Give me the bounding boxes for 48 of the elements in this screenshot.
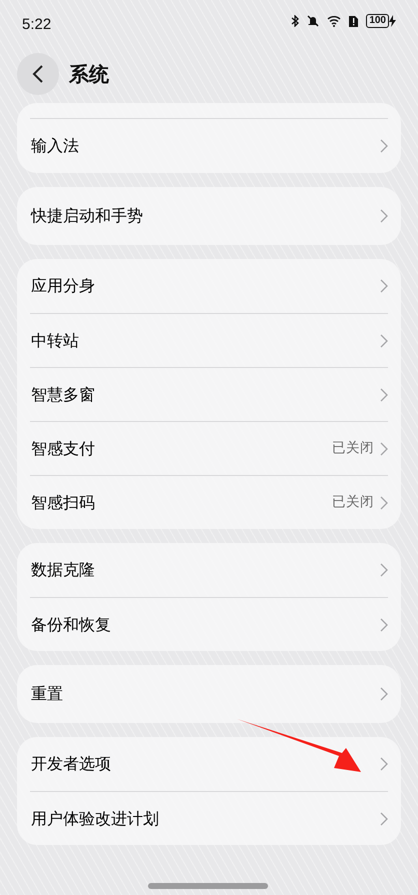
charging-icon — [389, 15, 396, 27]
chevron-icon — [380, 757, 388, 771]
settings-item[interactable]: 备份和恢复 — [30, 597, 388, 651]
item-label: 开发者选项 — [30, 753, 111, 775]
item-label: 重置 — [30, 683, 63, 705]
settings-item[interactable]: 用户体验改进计划 — [30, 791, 388, 845]
settings-item[interactable]: 快捷启动和手势 — [30, 187, 388, 245]
chevron-icon — [380, 618, 388, 632]
status-time: 5:22 — [22, 15, 52, 35]
chevron-icon — [380, 687, 388, 701]
chevron-icon — [380, 388, 388, 402]
bluetooth-icon — [291, 15, 300, 27]
item-label: 备份和恢复 — [30, 614, 111, 636]
item-label: 智慧多窗 — [30, 384, 95, 406]
settings-item[interactable]: 应用分身 — [30, 259, 388, 313]
item-label: 数据克隆 — [30, 559, 95, 581]
item-value: 已关闭 — [332, 439, 374, 458]
settings-item[interactable]: 输入法 — [30, 118, 388, 173]
settings-item[interactable]: 数据克隆 — [30, 543, 388, 597]
settings-item[interactable]: 智慧多窗 — [30, 367, 388, 421]
chevron-icon — [380, 209, 388, 223]
back-button[interactable] — [17, 53, 59, 95]
chevron-icon — [380, 563, 388, 577]
muted-bell-icon — [307, 15, 320, 27]
item-label: 中转站 — [30, 330, 79, 352]
item-label: 输入法 — [30, 135, 79, 157]
item-label: 用户体验改进计划 — [30, 808, 159, 830]
chevron-icon — [380, 496, 388, 510]
settings-item[interactable]: 智感扫码 已关闭 — [30, 475, 388, 529]
settings-item[interactable]: 重置 — [30, 665, 388, 723]
item-label: 智感支付 — [30, 438, 95, 460]
item-label: 快捷启动和手势 — [30, 205, 143, 227]
item-label: 智感扫码 — [30, 492, 95, 514]
back-icon — [32, 65, 44, 83]
chevron-icon — [380, 812, 388, 826]
settings-item[interactable]: 智感支付 已关闭 — [30, 421, 388, 475]
page-title: 系统 — [69, 61, 109, 88]
battery-level: 100 — [366, 14, 389, 28]
chevron-icon — [380, 442, 388, 456]
chevron-icon — [380, 279, 388, 293]
settings-item[interactable]: 中转站 — [30, 313, 388, 367]
item-label: 应用分身 — [30, 275, 95, 297]
chevron-icon — [380, 139, 388, 153]
sim-alert-icon — [349, 15, 358, 27]
chevron-icon — [380, 334, 388, 348]
wifi-icon — [327, 15, 342, 27]
settings-item[interactable]: 开发者选项 — [30, 737, 388, 791]
item-value: 已关闭 — [332, 493, 374, 512]
